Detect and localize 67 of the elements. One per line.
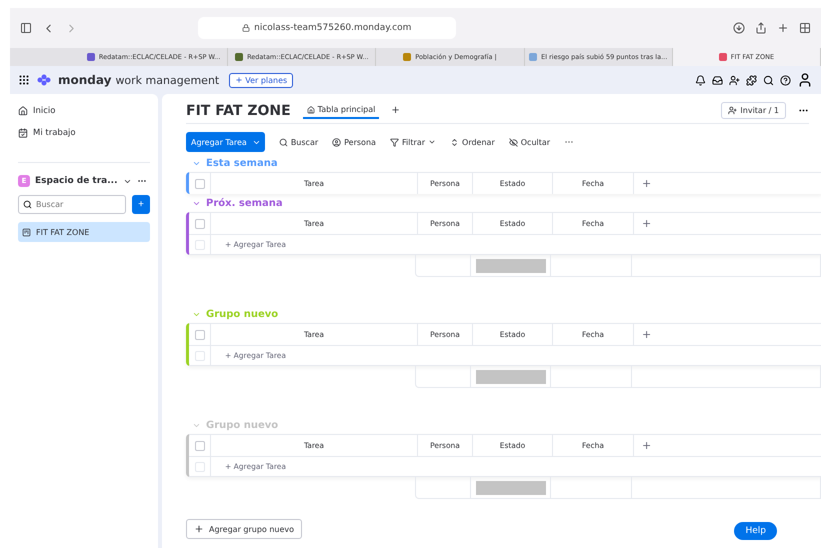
board-icon [22, 228, 31, 236]
favicon-icon [403, 53, 412, 61]
sidebar-item[interactable]: FIT FAT ZONE [18, 222, 150, 242]
status-summary-bar [476, 370, 546, 384]
inbox-icon[interactable] [712, 74, 723, 86]
puzzle-icon[interactable] [746, 74, 757, 86]
lock-icon [242, 24, 250, 32]
checkbox[interactable] [194, 440, 204, 450]
search-icon [23, 200, 32, 209]
user-plus-icon [728, 106, 738, 115]
share-icon[interactable] [755, 22, 767, 34]
invite-icon[interactable] [729, 74, 740, 86]
favicon-icon [86, 53, 95, 61]
checkbox[interactable] [194, 218, 204, 228]
sort-icon [450, 138, 460, 146]
toolbar-action[interactable]: Filtrar [390, 138, 436, 146]
address-bar[interactable]: nicolass-team575260.monday.com [198, 17, 456, 39]
add-group-button[interactable]: Agregar grupo nuevo [186, 519, 302, 539]
toolbar-action[interactable]: Buscar [278, 138, 318, 146]
toolbar-action[interactable]: Persona [332, 138, 376, 146]
add-task-button[interactable]: Agregar Tarea [186, 132, 265, 152]
home-icon [306, 106, 315, 114]
add-column-button[interactable]: + [642, 217, 652, 230]
brand-name: monday [58, 73, 112, 87]
eye-off-icon [508, 138, 518, 146]
status-summary-bar [476, 480, 546, 494]
add-column-button[interactable]: + [642, 328, 652, 341]
product-name: work management [115, 74, 220, 86]
nav-item[interactable]: Mi trabajo [18, 124, 150, 142]
person-icon [332, 138, 342, 146]
search-field[interactable]: Buscar [18, 195, 126, 214]
favicon-icon [529, 53, 538, 61]
help-button[interactable]: Help [734, 522, 777, 540]
avatar-icon[interactable] [797, 72, 813, 88]
add-button[interactable]: + [132, 195, 150, 214]
caret-icon [428, 138, 436, 146]
favicon-icon [718, 53, 727, 61]
add-column-button[interactable]: + [642, 439, 652, 452]
board-title: FIT FAT ZONE [186, 102, 291, 118]
tab-overview-icon[interactable] [799, 22, 811, 34]
toolbar-action[interactable]: Ordenar [450, 138, 495, 146]
calendar-icon [18, 128, 28, 138]
nav-item[interactable]: Inicio [18, 102, 150, 120]
workspace-name[interactable]: Espacio de tra... [35, 176, 118, 186]
logo-icon [36, 74, 52, 86]
apps-icon[interactable] [18, 74, 30, 86]
checkbox[interactable] [194, 330, 204, 340]
search-icon [278, 138, 288, 146]
plans-button[interactable]: Ver planes [229, 72, 294, 88]
help-icon[interactable] [780, 74, 791, 86]
favicon-icon [235, 53, 244, 61]
view-tab[interactable]: Tabla principal [302, 102, 380, 119]
search-icon[interactable] [763, 74, 774, 86]
toolbar-action[interactable]: Ocultar [508, 138, 550, 146]
sidebar-icon[interactable] [20, 22, 32, 34]
bell-icon[interactable] [695, 74, 706, 86]
home-icon [18, 106, 28, 116]
group-title[interactable]: Próx. semana [206, 198, 283, 209]
add-view-button[interactable]: + [391, 105, 400, 116]
new-tab-icon[interactable] [777, 22, 789, 34]
add-column-button[interactable]: + [642, 177, 652, 190]
plus-icon [194, 524, 204, 534]
download-icon[interactable] [733, 22, 745, 34]
invite-button[interactable]: Invitar / 1 [721, 102, 786, 119]
status-summary-bar [476, 258, 546, 272]
filter-icon [390, 138, 399, 146]
checkbox[interactable] [194, 178, 204, 188]
